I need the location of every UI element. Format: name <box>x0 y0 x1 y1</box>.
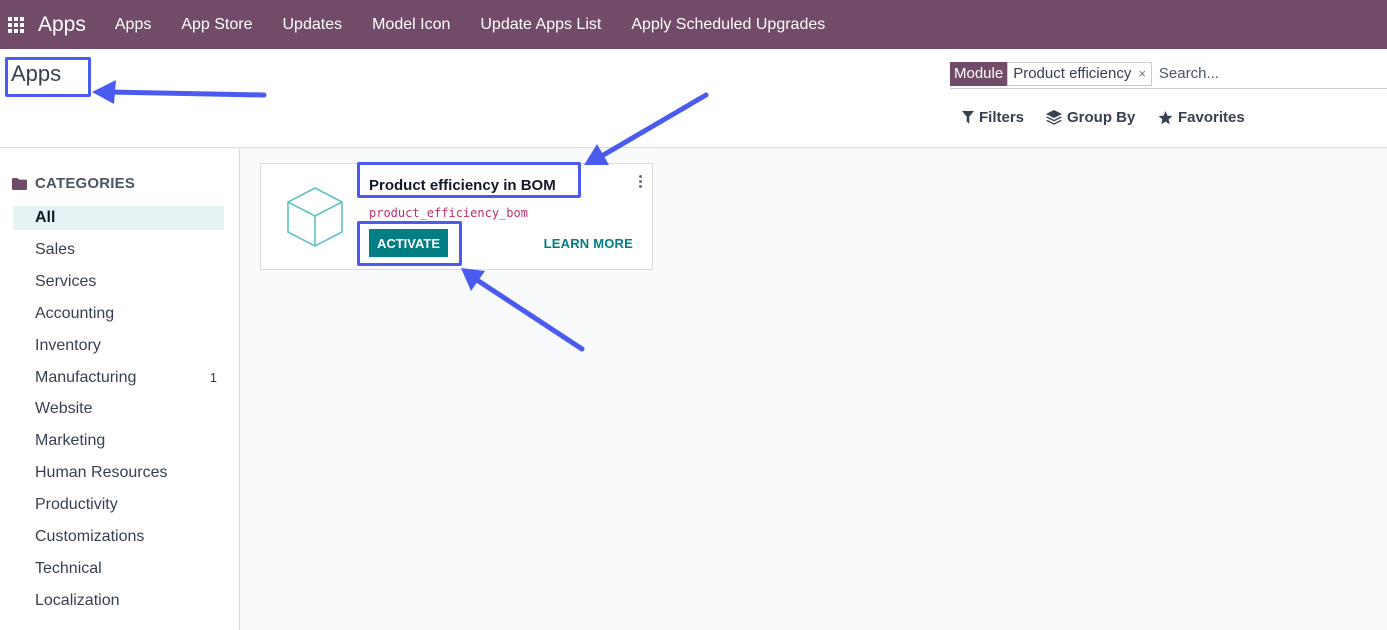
top-navbar: Apps Apps App Store Updates Model Icon U… <box>0 0 1387 49</box>
category-label: Localization <box>35 591 120 609</box>
category-label: Accounting <box>35 304 115 322</box>
search-bar: Module Product efficiency × <box>950 59 1387 89</box>
favorites-label: Favorites <box>1178 109 1245 126</box>
category-technical[interactable]: Technical <box>13 553 224 585</box>
module-card: Product efficiency in BOM product_effici… <box>260 163 653 270</box>
category-all[interactable]: All <box>13 206 224 230</box>
app-switcher-icon[interactable] <box>2 0 30 49</box>
category-marketing[interactable]: Marketing <box>13 425 224 457</box>
category-label: Services <box>35 272 97 290</box>
activate-button[interactable]: ACTIVATE <box>369 229 448 257</box>
filters-label: Filters <box>979 109 1025 126</box>
menu-apps[interactable]: Apps <box>100 16 166 34</box>
remove-facet-icon[interactable]: × <box>1138 63 1146 85</box>
search-facet-value: Product efficiency <box>1013 64 1132 82</box>
category-manufacturing[interactable]: Manufacturing 1 <box>13 362 224 394</box>
menu-updates[interactable]: Updates <box>268 16 358 34</box>
category-productivity[interactable]: Productivity <box>13 489 224 521</box>
star-icon <box>1158 110 1173 124</box>
category-list: All Sales Services Accounting Inventory … <box>13 206 224 617</box>
category-label: Website <box>35 400 93 418</box>
filters-button[interactable]: Filters <box>962 109 1024 126</box>
kebab-menu-icon[interactable] <box>639 175 642 188</box>
category-human-resources[interactable]: Human Resources <box>13 457 224 489</box>
category-sidebar: CATEGORIES All Sales Services Accounting… <box>0 149 240 630</box>
folder-icon <box>12 177 27 190</box>
category-label: Inventory <box>35 336 101 354</box>
category-website[interactable]: Website <box>13 393 224 425</box>
navbar-brand[interactable]: Apps <box>38 13 86 37</box>
category-localization[interactable]: Localization <box>13 585 224 617</box>
group-by-label: Group By <box>1067 109 1136 126</box>
category-label: Human Resources <box>35 464 168 482</box>
category-count: 1 <box>209 370 217 385</box>
layers-icon <box>1046 110 1062 125</box>
category-label: Marketing <box>35 432 106 450</box>
category-label: All <box>35 209 56 226</box>
menu-app-store[interactable]: App Store <box>166 16 267 34</box>
category-inventory[interactable]: Inventory <box>13 330 224 362</box>
learn-more-link[interactable]: LEARN MORE <box>544 236 633 251</box>
cube-icon <box>287 187 343 247</box>
category-services[interactable]: Services <box>13 266 224 298</box>
category-label: Sales <box>35 240 76 258</box>
category-label: Manufacturing <box>35 368 137 386</box>
menu-model-icon[interactable]: Model Icon <box>357 16 465 34</box>
page-title: Apps <box>11 61 62 86</box>
favorites-button[interactable]: Favorites <box>1158 109 1245 126</box>
control-panel: Apps Module Product efficiency × Filters… <box>0 49 1387 148</box>
annotation-arrowhead-activate <box>461 268 485 291</box>
module-title: Product efficiency in BOM <box>369 177 556 194</box>
category-customizations[interactable]: Customizations <box>13 521 224 553</box>
module-technical-name: product_efficiency_bom <box>369 206 528 220</box>
category-label: Technical <box>35 559 102 577</box>
filter-icon <box>962 111 974 124</box>
annotation-arrow-activate <box>474 277 585 352</box>
group-by-button[interactable]: Group By <box>1046 109 1135 126</box>
search-facet-label: Module <box>950 61 1008 86</box>
category-accounting[interactable]: Accounting <box>13 298 224 330</box>
categories-header: CATEGORIES <box>12 175 135 192</box>
search-input[interactable] <box>1158 65 1359 82</box>
categories-header-label: CATEGORIES <box>35 175 136 192</box>
menu-apply-scheduled-upgrades[interactable]: Apply Scheduled Upgrades <box>616 16 840 34</box>
search-facet: Product efficiency × <box>1007 61 1152 86</box>
category-sales[interactable]: Sales <box>13 234 224 266</box>
menu-update-apps-list[interactable]: Update Apps List <box>465 16 616 34</box>
category-label: Customizations <box>35 527 145 545</box>
category-label: Productivity <box>35 496 118 514</box>
